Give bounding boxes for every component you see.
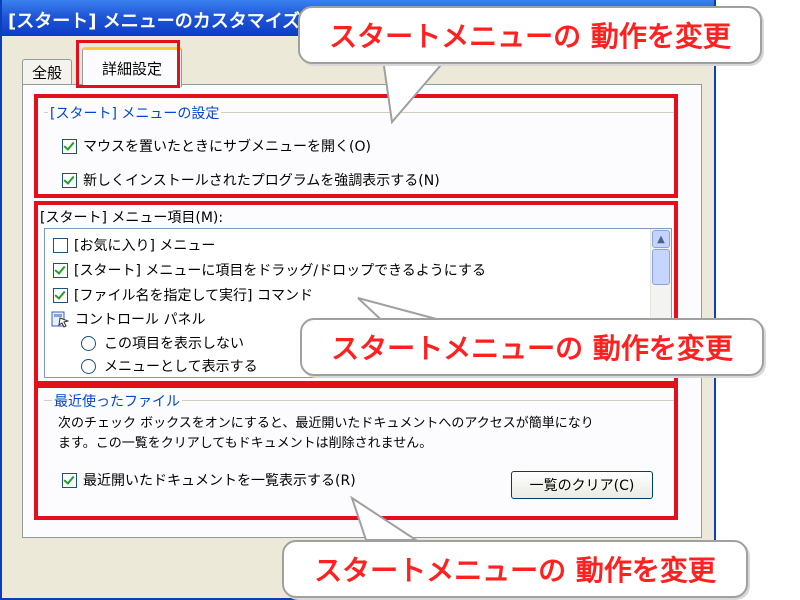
recent-files-description-line2: ます。この一覧をクリアしてもドキュメントは削除されません。 — [58, 436, 433, 451]
control-panel-icon — [51, 310, 70, 328]
callout-1: スタートメニューの 動作を変更 — [298, 6, 762, 64]
list-item[interactable]: この項目を表示しない — [81, 333, 244, 353]
control-panel-label: コントロール パネル — [75, 312, 206, 328]
start-menu-settings-legend: [スタート] メニューの設定 — [48, 103, 222, 123]
tab-general[interactable]: 全般 — [22, 59, 72, 85]
drag-drop-label: [スタート] メニューに項目をドラッグ/ドロップできるようにする — [74, 263, 486, 279]
callout-tail-3 — [350, 495, 420, 541]
list-item[interactable]: [ファイル名を指定して実行] コマンド — [53, 285, 313, 305]
open-submenu-checkbox[interactable] — [62, 138, 77, 154]
scroll-thumb[interactable] — [652, 249, 670, 285]
list-item[interactable]: [お気に入り] メニュー — [53, 235, 215, 255]
option-open-submenu[interactable]: マウスを置いたときにサブメニューを開く(O) — [62, 136, 371, 156]
option-list-recent-docs[interactable]: 最近開いたドキュメントを一覧表示する(R) — [62, 470, 356, 490]
option-highlight-new-programs[interactable]: 新しくインストールされたプログラムを強調表示する(N) — [62, 170, 440, 190]
list-item[interactable]: メニューとして表示する — [81, 356, 258, 376]
menu-items-label: [スタート] メニュー項目(M): — [40, 210, 224, 226]
favorites-menu-label: [お気に入り] メニュー — [74, 238, 216, 254]
list-item[interactable]: コントロール パネル — [51, 309, 205, 329]
recent-files-description-line1: 次のチェック ボックスをオンにすると、最近開いたドキュメントへのアクセスが簡単に… — [58, 416, 594, 431]
list-recent-docs-checkbox[interactable] — [62, 472, 77, 488]
tab-advanced-settings[interactable]: 詳細設定 — [82, 47, 182, 87]
callout-2: スタートメニューの 動作を変更 — [300, 318, 764, 376]
recent-files-legend: 最近使ったファイル — [52, 391, 182, 411]
highlight-new-programs-checkbox[interactable] — [62, 172, 77, 188]
scroll-up-arrow-icon[interactable]: ▲ — [652, 230, 670, 248]
run-command-label: [ファイル名を指定して実行] コマンド — [74, 288, 313, 304]
run-command-checkbox[interactable] — [53, 287, 68, 303]
drag-drop-checkbox[interactable] — [53, 262, 68, 278]
clear-list-button[interactable]: 一覧のクリア(C) — [511, 471, 653, 499]
hide-item-radio[interactable] — [81, 335, 96, 351]
display-as-menu-label: メニューとして表示する — [104, 359, 258, 375]
list-item[interactable]: [スタート] メニューに項目をドラッグ/ドロップできるようにする — [53, 260, 486, 280]
hide-item-label: この項目を表示しない — [104, 336, 244, 352]
open-submenu-label: マウスを置いたときにサブメニューを開く(O) — [83, 139, 371, 155]
highlight-new-programs-label: 新しくインストールされたプログラムを強調表示する(N) — [83, 173, 440, 189]
favorites-menu-checkbox[interactable] — [53, 237, 68, 253]
window-title: [スタート] メニューのカスタマイズ — [8, 11, 301, 32]
list-recent-docs-label: 最近開いたドキュメントを一覧表示する(R) — [83, 473, 356, 489]
callout-3: スタートメニューの 動作を変更 — [282, 540, 748, 598]
display-as-menu-radio[interactable] — [81, 358, 96, 374]
